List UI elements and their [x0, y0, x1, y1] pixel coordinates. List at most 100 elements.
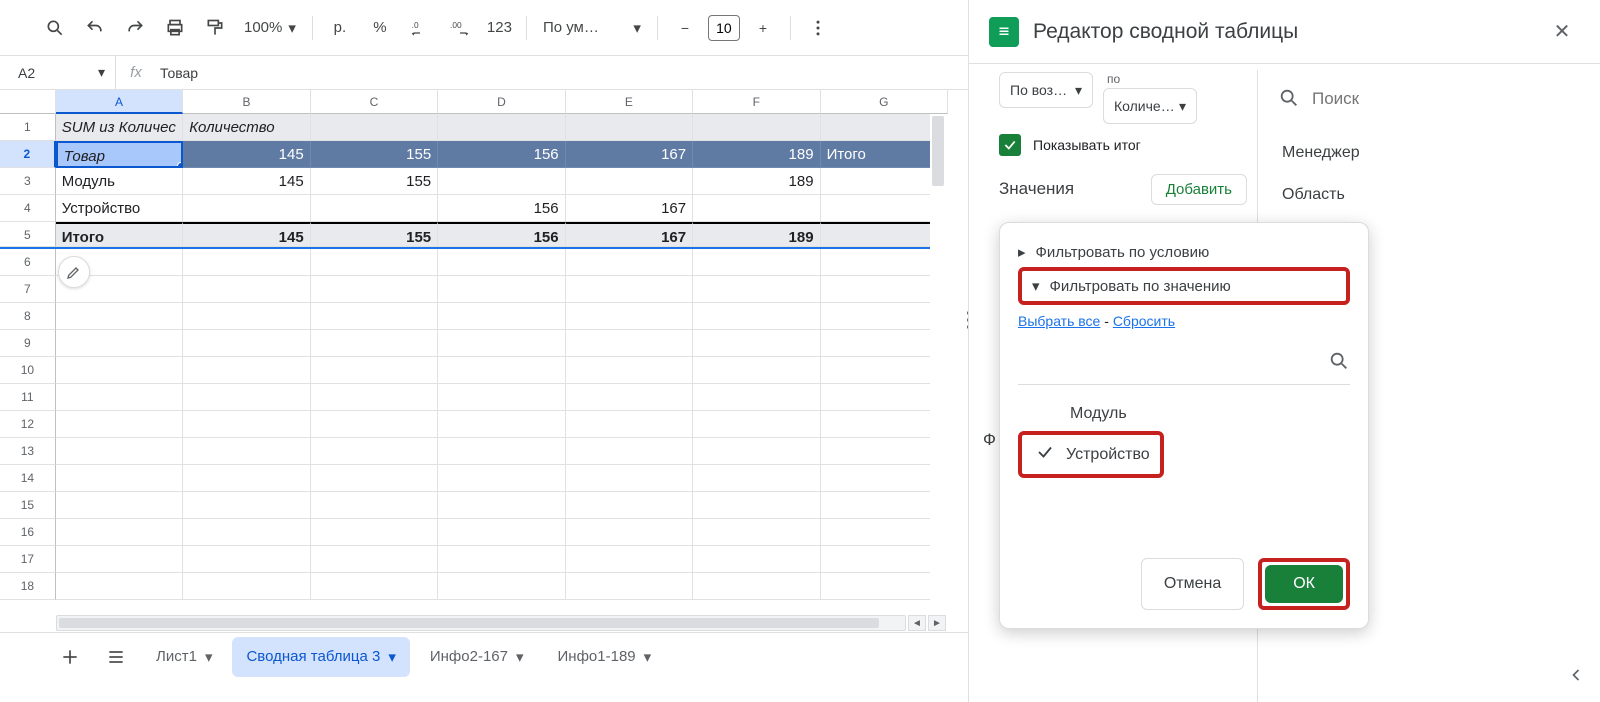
cell[interactable] [566, 519, 693, 546]
cell[interactable] [183, 357, 310, 384]
cell[interactable]: 167 [566, 195, 693, 222]
cell[interactable] [183, 492, 310, 519]
cell[interactable] [566, 357, 693, 384]
cell[interactable] [821, 168, 948, 195]
col-header[interactable]: C [311, 90, 438, 114]
cell[interactable] [821, 195, 948, 222]
cell[interactable] [311, 330, 438, 357]
caret-down-icon[interactable]: ▾ [644, 648, 652, 666]
more-toolbar-icon[interactable] [801, 10, 835, 46]
fields-search-input[interactable] [1312, 89, 1582, 109]
cancel-button[interactable]: Отмена [1141, 558, 1244, 610]
cell[interactable] [438, 546, 565, 573]
col-header[interactable]: G [821, 90, 948, 114]
cell[interactable] [693, 384, 820, 411]
row-header[interactable]: 5 [0, 222, 56, 247]
cell[interactable] [821, 276, 948, 303]
cell[interactable] [311, 384, 438, 411]
cell[interactable] [311, 519, 438, 546]
add-sheet-button[interactable] [50, 637, 90, 677]
sheet-tab[interactable]: Лист1▾ [142, 637, 226, 677]
cell[interactable]: Итого [56, 222, 183, 247]
cell[interactable] [56, 492, 183, 519]
cell[interactable]: 189 [693, 168, 820, 195]
cell[interactable] [56, 438, 183, 465]
cell[interactable] [183, 411, 310, 438]
cell[interactable] [438, 384, 565, 411]
cell[interactable] [566, 330, 693, 357]
all-sheets-button[interactable] [96, 637, 136, 677]
cell[interactable]: SUM из Количес [56, 114, 183, 141]
cell[interactable] [311, 465, 438, 492]
filter-search-input[interactable] [1018, 350, 1328, 375]
cell[interactable] [693, 195, 820, 222]
sort-direction-dropdown[interactable]: По воз…▾ [999, 72, 1093, 108]
decrease-decimal-icon[interactable]: .0 [403, 10, 437, 46]
font-size-input[interactable] [708, 15, 740, 41]
cell[interactable] [693, 438, 820, 465]
font-family-dropdown[interactable]: По ум…▾ [537, 19, 647, 37]
cell[interactable] [183, 384, 310, 411]
cell[interactable] [311, 438, 438, 465]
cell[interactable] [821, 384, 948, 411]
row-header[interactable]: 4 [0, 195, 56, 222]
cell[interactable] [693, 249, 820, 276]
cell[interactable]: 189 [693, 141, 820, 168]
cell[interactable] [311, 546, 438, 573]
cell[interactable] [821, 438, 948, 465]
cell[interactable]: Устройство [56, 195, 183, 222]
ok-button[interactable]: ОК [1265, 565, 1343, 603]
cell[interactable] [56, 519, 183, 546]
search-icon[interactable] [1328, 350, 1350, 375]
font-size-increase-button[interactable]: + [746, 10, 780, 46]
cell[interactable] [311, 276, 438, 303]
vertical-scrollbar-thumb[interactable] [932, 116, 944, 186]
cell[interactable]: 156 [438, 222, 565, 247]
cell[interactable] [438, 330, 565, 357]
horizontal-scrollbar-track[interactable] [56, 615, 906, 631]
cell[interactable] [438, 114, 565, 141]
cell[interactable] [566, 411, 693, 438]
row-header[interactable]: 3 [0, 168, 56, 195]
row-header[interactable]: 13 [0, 438, 56, 465]
filter-by-condition-row[interactable]: ▸ Фильтровать по условию [1018, 237, 1350, 267]
cell[interactable] [56, 411, 183, 438]
cell[interactable] [311, 357, 438, 384]
cell[interactable] [821, 357, 948, 384]
selection-handle[interactable] [177, 162, 183, 168]
row-header[interactable]: 18 [0, 573, 56, 600]
cell[interactable]: 155 [311, 141, 438, 168]
cell[interactable] [438, 465, 565, 492]
cell[interactable] [311, 492, 438, 519]
cell[interactable] [56, 546, 183, 573]
cell[interactable] [311, 114, 438, 141]
row-header[interactable]: 7 [0, 276, 56, 303]
row-header[interactable]: 2 [0, 141, 56, 168]
cell[interactable] [566, 168, 693, 195]
cell[interactable] [566, 303, 693, 330]
cell[interactable] [566, 114, 693, 141]
row-header[interactable]: 10 [0, 357, 56, 384]
col-header[interactable]: F [693, 90, 820, 114]
caret-down-icon[interactable]: ▾ [205, 648, 213, 666]
select-all-link[interactable]: Выбрать все [1018, 313, 1100, 329]
name-box[interactable]: A2▾ [0, 56, 116, 89]
row-header[interactable]: 15 [0, 492, 56, 519]
sheet-tab[interactable]: Сводная таблица 3▾ [232, 637, 409, 677]
cell[interactable] [821, 114, 948, 141]
sheet-tab[interactable]: Инфо2-167▾ [416, 637, 538, 677]
cell[interactable]: 167 [566, 141, 693, 168]
close-sidebar-button[interactable]: ✕ [1544, 14, 1580, 50]
cell[interactable] [821, 519, 948, 546]
cell-selected[interactable]: Товар [56, 141, 183, 168]
cell[interactable] [311, 573, 438, 600]
collapse-chevron-icon[interactable] [1566, 665, 1586, 688]
cell[interactable]: Модуль [56, 168, 183, 195]
print-icon[interactable] [158, 10, 192, 46]
filter-value-item[interactable]: Модуль [1018, 397, 1350, 431]
row-header[interactable]: 11 [0, 384, 56, 411]
cell[interactable] [311, 249, 438, 276]
cell[interactable]: 145 [183, 222, 310, 247]
cell[interactable] [693, 303, 820, 330]
vertical-scrollbar[interactable] [930, 114, 948, 614]
